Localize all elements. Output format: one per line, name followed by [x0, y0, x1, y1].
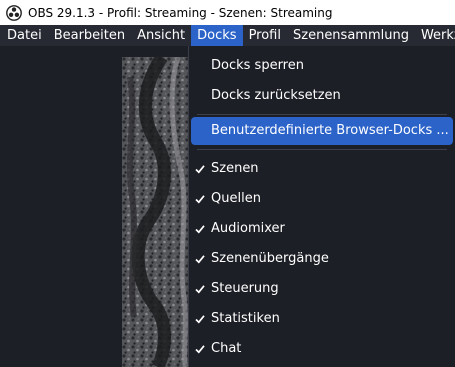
title-bar: OBS 29.1.3 - Profil: Streaming - Szenen:…	[0, 0, 455, 25]
checkmark-icon	[195, 304, 205, 334]
checkmark-icon	[195, 334, 205, 364]
menu-item-label: Szenenübergänge	[211, 251, 329, 266]
menu-item-label: Docks sperren	[211, 58, 304, 73]
menu-item-label: Docks zurücksetzen	[211, 88, 341, 103]
menu-szenensammlung[interactable]: Szenensammlung	[287, 25, 415, 46]
window-title: OBS 29.1.3 - Profil: Streaming - Szenen:…	[28, 5, 333, 20]
menu-separator	[197, 149, 447, 150]
menu-item-quellen[interactable]: Quellen	[189, 184, 455, 214]
menu-item-steuerung[interactable]: Steuerung	[189, 274, 455, 304]
menu-item-label: Benutzerdefinierte Browser-Docks ...	[211, 123, 449, 138]
menu-bar: Datei Bearbeiten Ansicht Docks Profil Sz…	[0, 25, 455, 46]
menu-item-label: Chat	[211, 341, 242, 356]
menu-item-szenenuebergaenge[interactable]: Szenenübergänge	[189, 244, 455, 274]
menu-item-label: Quellen	[211, 191, 261, 206]
menu-item-label: Audiomixer	[211, 221, 285, 236]
menu-item-label: Szenen	[211, 161, 259, 176]
checkmark-icon	[195, 274, 205, 304]
preview-image	[122, 57, 190, 367]
menu-item-statistiken[interactable]: Statistiken	[189, 304, 455, 334]
menu-item-chat[interactable]: Chat	[189, 334, 455, 364]
checkmark-icon	[195, 184, 205, 214]
menu-item-label: Statistiken	[211, 311, 280, 326]
menu-werkzeuge[interactable]: Werkz	[415, 25, 455, 46]
menu-datei[interactable]: Datei	[0, 25, 48, 46]
menu-item-docks-zuruecksetzen[interactable]: Docks zurücksetzen	[189, 81, 455, 111]
menu-item-custom-browser-docks[interactable]: Benutzerdefinierte Browser-Docks ...	[191, 117, 453, 145]
menu-separator	[197, 114, 447, 115]
menu-docks[interactable]: Docks	[191, 25, 243, 46]
menu-profil[interactable]: Profil	[243, 25, 287, 46]
checkmark-icon	[195, 244, 205, 274]
checkmark-icon	[195, 214, 205, 244]
docks-dropdown-menu: Docks sperren Docks zurücksetzen Benutze…	[188, 46, 455, 367]
menu-bearbeiten[interactable]: Bearbeiten	[48, 25, 131, 46]
menu-item-szenen[interactable]: Szenen	[189, 154, 455, 184]
menu-item-docks-sperren[interactable]: Docks sperren	[189, 51, 455, 81]
menu-ansicht[interactable]: Ansicht	[131, 25, 191, 46]
checkmark-icon	[195, 154, 205, 184]
obs-logo-icon	[6, 4, 22, 21]
menu-item-audiomixer[interactable]: Audiomixer	[189, 214, 455, 244]
obs-main-window: OBS 29.1.3 - Profil: Streaming - Szenen:…	[0, 0, 455, 367]
menu-item-label: Steuerung	[211, 281, 279, 296]
